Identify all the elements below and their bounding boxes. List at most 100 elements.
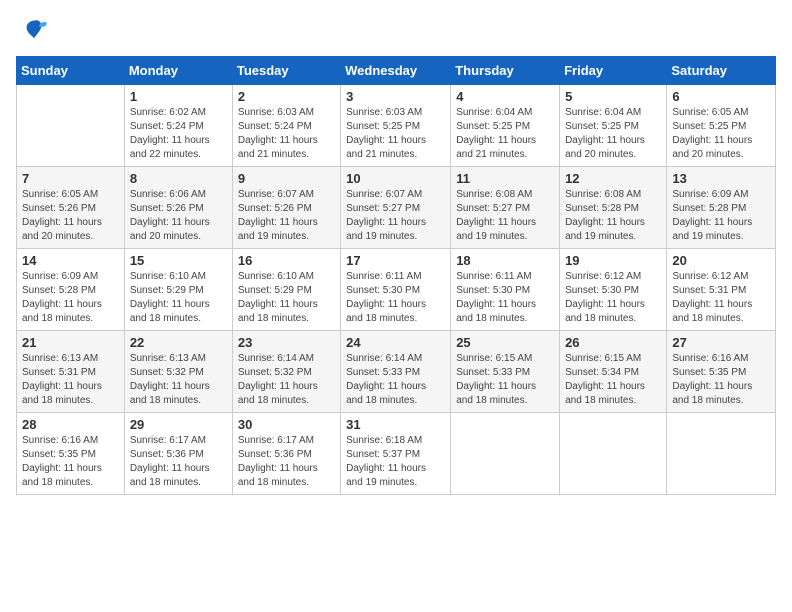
day-info: Sunrise: 6:04 AMSunset: 5:25 PMDaylight:… [456, 106, 554, 162]
calendar-cell: 21 Sunrise: 6:13 AMSunset: 5:31 PMDayligh… [17, 331, 125, 413]
calendar-cell: 30 Sunrise: 6:17 AMSunset: 5:36 PMDayligh… [232, 413, 340, 495]
calendar-cell: 3 Sunrise: 6:03 AMSunset: 5:25 PMDaylight… [341, 85, 451, 167]
day-info: Sunrise: 6:12 AMSunset: 5:30 PMDaylight:… [565, 270, 661, 326]
day-info: Sunrise: 6:10 AMSunset: 5:29 PMDaylight:… [130, 270, 227, 326]
day-info: Sunrise: 6:05 AMSunset: 5:26 PMDaylight:… [22, 188, 119, 244]
day-number: 22 [130, 335, 227, 350]
calendar-cell: 6Sunrise: 6:05 AMSunset: 5:25 PMDaylight… [667, 85, 776, 167]
weekday-header: Saturday [667, 57, 776, 85]
day-number: 5 [565, 89, 661, 104]
day-info: Sunrise: 6:16 AMSunset: 5:35 PMDaylight:… [22, 434, 119, 490]
day-number: 27 [672, 335, 770, 350]
calendar-cell: 25 Sunrise: 6:15 AMSunset: 5:33 PMDayligh… [451, 331, 560, 413]
calendar-cell: 18 Sunrise: 6:11 AMSunset: 5:30 PMDayligh… [451, 249, 560, 331]
calendar-cell: 10 Sunrise: 6:07 AMSunset: 5:27 PMDayligh… [341, 167, 451, 249]
day-number: 29 [130, 417, 227, 432]
day-info: Sunrise: 6:04 AMSunset: 5:25 PMDaylight:… [565, 106, 661, 162]
day-number: 4 [456, 89, 554, 104]
calendar-cell: 8 Sunrise: 6:06 AMSunset: 5:26 PMDaylight… [124, 167, 232, 249]
calendar-cell: 22 Sunrise: 6:13 AMSunset: 5:32 PMDayligh… [124, 331, 232, 413]
calendar-cell: 27 Sunrise: 6:16 AMSunset: 5:35 PMDayligh… [667, 331, 776, 413]
calendar-cell: 16 Sunrise: 6:10 AMSunset: 5:29 PMDayligh… [232, 249, 340, 331]
day-number: 10 [346, 171, 445, 186]
weekday-header: Monday [124, 57, 232, 85]
day-number: 23 [238, 335, 335, 350]
calendar-cell: 31 Sunrise: 6:18 AMSunset: 5:37 PMDayligh… [341, 413, 451, 495]
day-number: 31 [346, 417, 445, 432]
calendar-cell: 14Sunrise: 6:09 AMSunset: 5:28 PMDayligh… [17, 249, 125, 331]
calendar-week-row: 1Sunrise: 6:02 AMSunset: 5:24 PMDaylight… [17, 85, 776, 167]
weekday-header: Tuesday [232, 57, 340, 85]
day-number: 17 [346, 253, 445, 268]
calendar-week-row: 7 Sunrise: 6:05 AMSunset: 5:26 PMDaylight… [17, 167, 776, 249]
calendar-cell: 5 Sunrise: 6:04 AMSunset: 5:25 PMDaylight… [560, 85, 667, 167]
day-info: Sunrise: 6:11 AMSunset: 5:30 PMDaylight:… [456, 270, 554, 326]
day-info: Sunrise: 6:09 AMSunset: 5:28 PMDaylight:… [672, 188, 770, 244]
calendar-cell: 19 Sunrise: 6:12 AMSunset: 5:30 PMDayligh… [560, 249, 667, 331]
calendar-cell: 24 Sunrise: 6:14 AMSunset: 5:33 PMDayligh… [341, 331, 451, 413]
calendar-header-row: SundayMondayTuesdayWednesdayThursdayFrid… [17, 57, 776, 85]
day-number: 30 [238, 417, 335, 432]
calendar-cell: 9 Sunrise: 6:07 AMSunset: 5:26 PMDaylight… [232, 167, 340, 249]
calendar-week-row: 28 Sunrise: 6:16 AMSunset: 5:35 PMDayligh… [17, 413, 776, 495]
day-number: 2 [238, 89, 335, 104]
day-number: 11 [456, 171, 554, 186]
day-info: Sunrise: 6:16 AMSunset: 5:35 PMDaylight:… [672, 352, 770, 408]
day-number: 18 [456, 253, 554, 268]
day-info: Sunrise: 6:06 AMSunset: 5:26 PMDaylight:… [130, 188, 227, 244]
calendar-cell [560, 413, 667, 495]
calendar-cell: 28 Sunrise: 6:16 AMSunset: 5:35 PMDayligh… [17, 413, 125, 495]
day-info: Sunrise: 6:07 AMSunset: 5:27 PMDaylight:… [346, 188, 445, 244]
day-number: 26 [565, 335, 661, 350]
day-number: 9 [238, 171, 335, 186]
calendar-cell: 13 Sunrise: 6:09 AMSunset: 5:28 PMDayligh… [667, 167, 776, 249]
calendar-cell [17, 85, 125, 167]
page-header [16, 16, 776, 44]
day-info: Sunrise: 6:08 AMSunset: 5:28 PMDaylight:… [565, 188, 661, 244]
day-info: Sunrise: 6:10 AMSunset: 5:29 PMDaylight:… [238, 270, 335, 326]
logo [16, 16, 48, 44]
day-info: Sunrise: 6:07 AMSunset: 5:26 PMDaylight:… [238, 188, 335, 244]
day-info: Sunrise: 6:13 AMSunset: 5:32 PMDaylight:… [130, 352, 227, 408]
day-number: 25 [456, 335, 554, 350]
calendar-cell: 23Sunrise: 6:14 AMSunset: 5:32 PMDayligh… [232, 331, 340, 413]
day-info: Sunrise: 6:11 AMSunset: 5:30 PMDaylight:… [346, 270, 445, 326]
day-number: 7 [22, 171, 119, 186]
day-number: 24 [346, 335, 445, 350]
calendar-cell: 17 Sunrise: 6:11 AMSunset: 5:30 PMDayligh… [341, 249, 451, 331]
logo-bird-icon [20, 16, 48, 44]
day-info: Sunrise: 6:14 AMSunset: 5:33 PMDaylight:… [346, 352, 445, 408]
day-info: Sunrise: 6:17 AMSunset: 5:36 PMDaylight:… [238, 434, 335, 490]
calendar-cell: 29 Sunrise: 6:17 AMSunset: 5:36 PMDayligh… [124, 413, 232, 495]
day-info: Sunrise: 6:15 AMSunset: 5:34 PMDaylight:… [565, 352, 661, 408]
day-info: Sunrise: 6:13 AMSunset: 5:31 PMDaylight:… [22, 352, 119, 408]
day-info: Sunrise: 6:17 AMSunset: 5:36 PMDaylight:… [130, 434, 227, 490]
day-info: Sunrise: 6:03 AMSunset: 5:24 PMDaylight:… [238, 106, 335, 162]
calendar-cell: 26 Sunrise: 6:15 AMSunset: 5:34 PMDayligh… [560, 331, 667, 413]
weekday-header: Friday [560, 57, 667, 85]
calendar-cell [451, 413, 560, 495]
calendar-cell: 11Sunrise: 6:08 AMSunset: 5:27 PMDayligh… [451, 167, 560, 249]
calendar-week-row: 21 Sunrise: 6:13 AMSunset: 5:31 PMDayligh… [17, 331, 776, 413]
day-info: Sunrise: 6:03 AMSunset: 5:25 PMDaylight:… [346, 106, 445, 162]
day-number: 19 [565, 253, 661, 268]
day-number: 13 [672, 171, 770, 186]
day-number: 1 [130, 89, 227, 104]
day-info: Sunrise: 6:18 AMSunset: 5:37 PMDaylight:… [346, 434, 445, 490]
calendar-cell: 20Sunrise: 6:12 AMSunset: 5:31 PMDayligh… [667, 249, 776, 331]
weekday-header: Sunday [17, 57, 125, 85]
day-number: 6 [672, 89, 770, 104]
day-number: 21 [22, 335, 119, 350]
calendar-cell: 2 Sunrise: 6:03 AMSunset: 5:24 PMDaylight… [232, 85, 340, 167]
weekday-header: Wednesday [341, 57, 451, 85]
day-number: 8 [130, 171, 227, 186]
calendar-cell: 1Sunrise: 6:02 AMSunset: 5:24 PMDaylight… [124, 85, 232, 167]
day-info: Sunrise: 6:09 AMSunset: 5:28 PMDaylight:… [22, 270, 119, 326]
calendar-cell [667, 413, 776, 495]
calendar-cell: 7 Sunrise: 6:05 AMSunset: 5:26 PMDaylight… [17, 167, 125, 249]
day-number: 16 [238, 253, 335, 268]
day-number: 3 [346, 89, 445, 104]
day-number: 28 [22, 417, 119, 432]
weekday-header: Thursday [451, 57, 560, 85]
day-info: Sunrise: 6:15 AMSunset: 5:33 PMDaylight:… [456, 352, 554, 408]
